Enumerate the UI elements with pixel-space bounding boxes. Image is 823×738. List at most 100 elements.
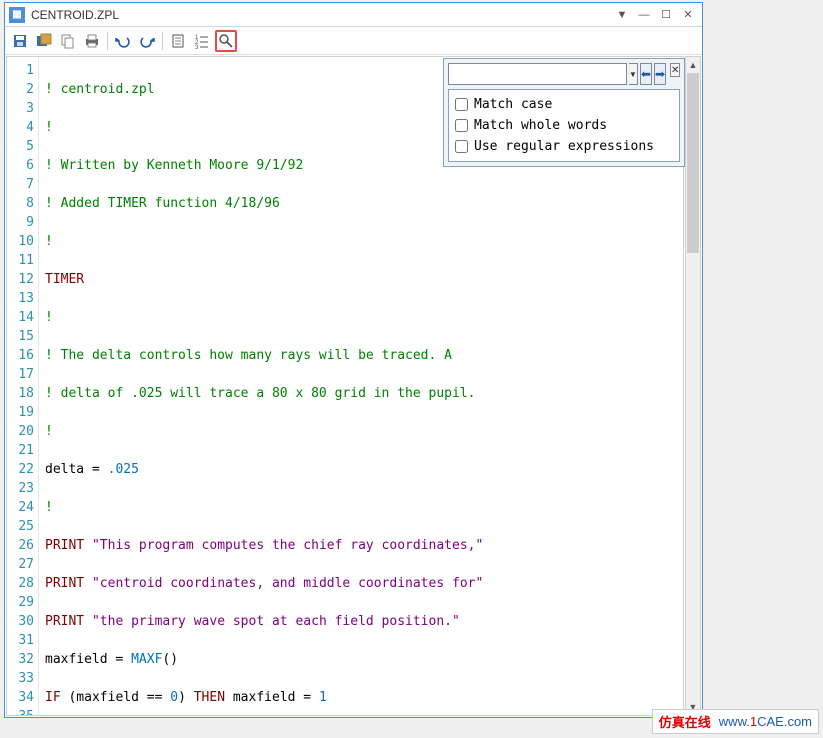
code-line: ! The delta controls how many rays will … [45,346,677,365]
code-line: PRINT "centroid coordinates, and middle … [45,574,677,593]
line-number: 30 [7,612,34,631]
line-number: 20 [7,422,34,441]
copy-button[interactable] [57,30,79,52]
scroll-thumb[interactable] [687,73,699,253]
saveas-icon [36,33,52,49]
find-button[interactable] [215,30,237,52]
regex-option[interactable]: Use regular expressions [455,136,673,157]
search-history-dropdown[interactable]: ▼ [629,63,638,85]
save-button[interactable] [9,30,31,52]
line-number: 25 [7,517,34,536]
code-line: PRINT "the primary wave spot at each fie… [45,612,677,631]
brand-cn: 仿真在线 [659,712,711,731]
arrow-right-icon: ➡ [655,67,665,81]
dropdown-button[interactable]: ▼ [612,6,632,24]
search-input[interactable] [448,63,627,85]
line-number: 34 [7,688,34,707]
code-line: ! [45,232,677,251]
line-number: 24 [7,498,34,517]
match-case-option[interactable]: Match case [455,94,673,115]
code-line: delta = .025 [45,460,677,479]
print-icon [84,33,100,49]
app-icon: ▦ [9,7,25,23]
line-number: 10 [7,232,34,251]
toolbar-separator [162,32,163,50]
select-button[interactable] [167,30,189,52]
line-gutter: 1 2 3 4 5 6 7 8 9 10 11 12 13 14 15 16 1… [7,57,39,715]
line-number: 21 [7,441,34,460]
scroll-up-button[interactable]: ▲ [686,57,700,73]
print-button[interactable] [81,30,103,52]
code-line: IF (maxfield == 0) THEN maxfield = 1 [45,688,677,707]
search-panel: ▼ ⬅ ➡ ✕ Match case Match whole words Use… [443,58,685,167]
line-number: 27 [7,555,34,574]
list-icon: 123 [194,33,210,49]
line-number: 12 [7,270,34,289]
code-line: ! delta of .025 will trace a 80 x 80 gri… [45,384,677,403]
undo-icon [115,33,131,49]
code-line: ! [45,308,677,327]
line-number: 22 [7,460,34,479]
brand-badge: 仿真在线 www.1CAE.com [652,709,819,734]
editor-window: ▦ CENTROID.ZPL ▼ — ☐ ✕ [4,2,703,718]
search-icon [218,33,234,49]
code-line: TIMER [45,270,677,289]
regex-checkbox[interactable] [455,140,468,153]
outline-button[interactable]: 123 [191,30,213,52]
vertical-scrollbar[interactable]: ▲ ▼ [685,56,701,716]
search-prev-button[interactable]: ⬅ [640,63,652,85]
line-number: 17 [7,365,34,384]
search-options: Match case Match whole words Use regular… [448,89,680,162]
brand-url: www.1CAE.com [719,714,812,729]
code-line: ! Added TIMER function 4/18/96 [45,194,677,213]
line-number: 32 [7,650,34,669]
line-number: 35 [7,707,34,716]
redo-button[interactable] [136,30,158,52]
line-number: 3 [7,99,34,118]
search-next-button[interactable]: ➡ [654,63,666,85]
code-line: PRINT "This program computes the chief r… [45,536,677,555]
line-number: 28 [7,574,34,593]
search-close-button[interactable]: ✕ [670,63,680,77]
line-number: 5 [7,137,34,156]
line-number: 29 [7,593,34,612]
code-line: maxfield = MAXF() [45,650,677,669]
close-button[interactable]: ✕ [678,6,698,24]
line-number: 26 [7,536,34,555]
titlebar: ▦ CENTROID.ZPL ▼ — ☐ ✕ [5,3,702,27]
toolbar: 123 [5,27,702,55]
match-whole-checkbox[interactable] [455,119,468,132]
line-number: 1 [7,61,34,80]
line-number: 14 [7,308,34,327]
select-icon [170,33,186,49]
arrow-left-icon: ⬅ [641,67,651,81]
match-case-label: Match case [474,97,552,112]
line-number: 11 [7,251,34,270]
match-whole-option[interactable]: Match whole words [455,115,673,136]
regex-label: Use regular expressions [474,139,654,154]
line-number: 7 [7,175,34,194]
line-number: 6 [7,156,34,175]
line-number: 18 [7,384,34,403]
match-whole-label: Match whole words [474,118,607,133]
code-line: ! [45,498,677,517]
line-number: 16 [7,346,34,365]
minimize-button[interactable]: — [634,6,654,24]
saveas-button[interactable] [33,30,55,52]
line-number: 15 [7,327,34,346]
line-number: 4 [7,118,34,137]
undo-button[interactable] [112,30,134,52]
line-number: 8 [7,194,34,213]
line-number: 2 [7,80,34,99]
line-number: 33 [7,669,34,688]
toolbar-separator [107,32,108,50]
redo-icon [139,33,155,49]
window-title: CENTROID.ZPL [31,8,612,22]
code-line: ! [45,422,677,441]
match-case-checkbox[interactable] [455,98,468,111]
line-number: 23 [7,479,34,498]
maximize-button[interactable]: ☐ [656,6,676,24]
line-number: 13 [7,289,34,308]
save-icon [12,33,28,49]
copy-icon [60,33,76,49]
